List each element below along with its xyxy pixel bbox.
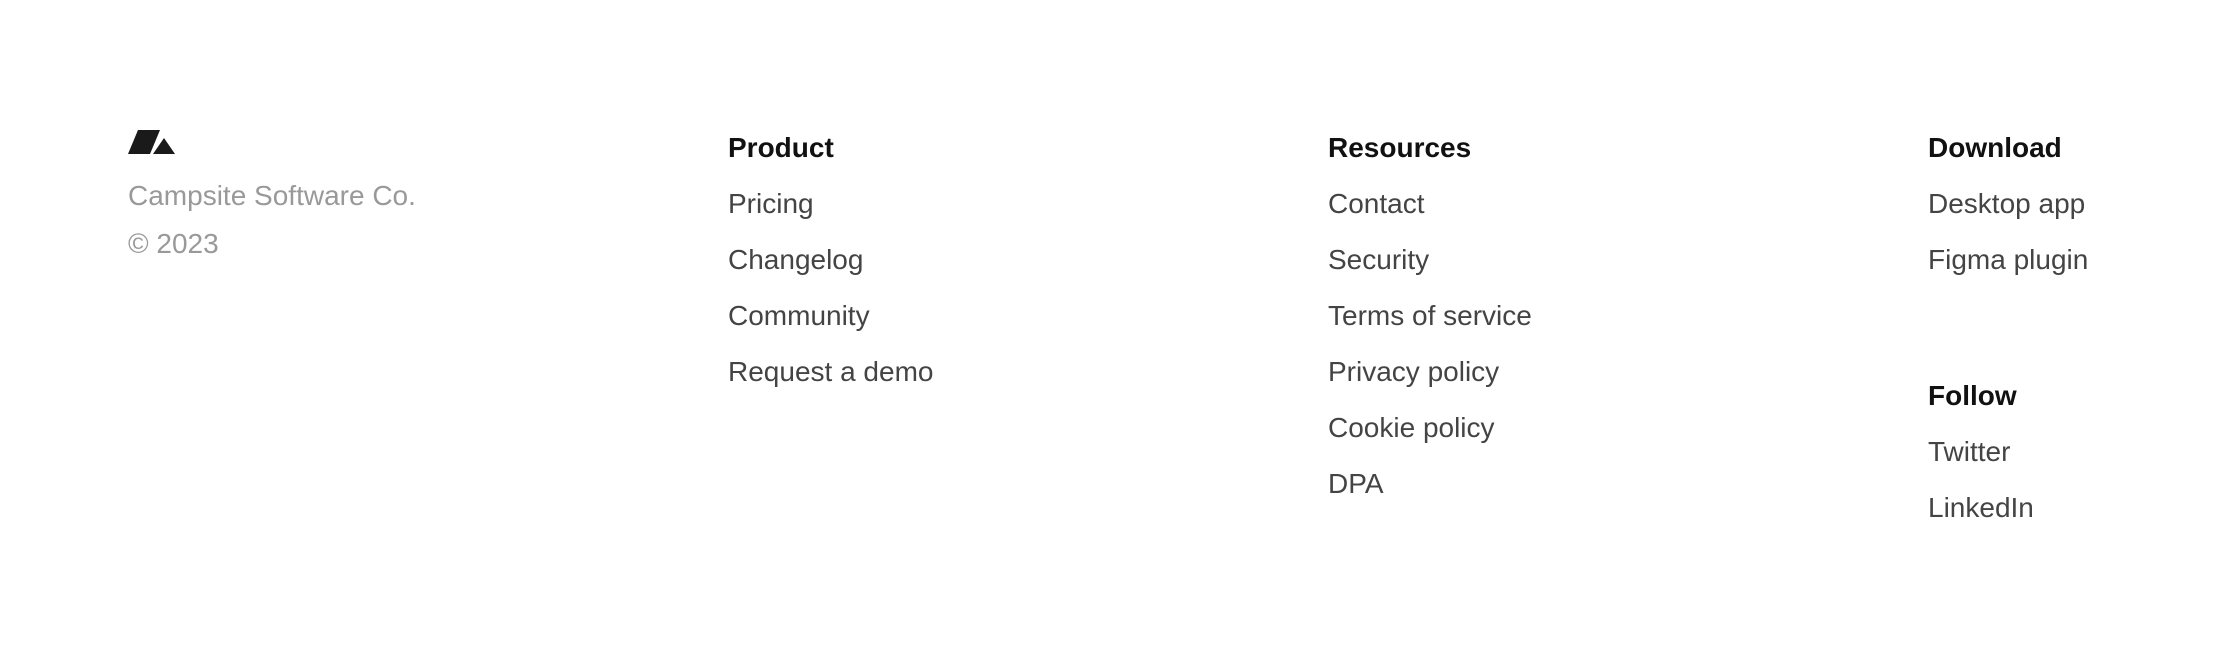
link-twitter[interactable]: Twitter xyxy=(1928,436,2010,467)
link-changelog[interactable]: Changelog xyxy=(728,244,863,275)
link-community[interactable]: Community xyxy=(728,300,870,331)
column-heading-download: Download xyxy=(1928,132,2062,163)
download-links: Desktop app Figma plugin xyxy=(1928,180,2088,284)
product-links: Pricing Changelog Community Request a de… xyxy=(728,180,933,396)
site-footer: Campsite Software Co. © 2023 Product Pri… xyxy=(0,0,2219,647)
link-cookie-policy[interactable]: Cookie policy xyxy=(1328,412,1495,443)
column-heading-resources: Resources xyxy=(1328,132,1472,163)
link-privacy-policy[interactable]: Privacy policy xyxy=(1328,356,1499,387)
link-dpa[interactable]: DPA xyxy=(1328,468,1384,499)
column-heading-product: Product xyxy=(728,132,834,163)
link-request-demo[interactable]: Request a demo xyxy=(728,356,933,387)
footer-column-resources: Resources Contact Security Terms of serv… xyxy=(1328,124,1532,508)
link-linkedin[interactable]: LinkedIn xyxy=(1928,492,2034,523)
follow-links: Twitter LinkedIn xyxy=(1928,428,2034,532)
resources-links: Contact Security Terms of service Privac… xyxy=(1328,180,1532,508)
footer-brand: Campsite Software Co. © 2023 xyxy=(128,128,416,268)
link-contact[interactable]: Contact xyxy=(1328,188,1425,219)
footer-column-product: Product Pricing Changelog Community Requ… xyxy=(728,124,933,396)
logo-link[interactable] xyxy=(128,128,416,156)
link-figma-plugin[interactable]: Figma plugin xyxy=(1928,244,2088,275)
copyright-text: © 2023 xyxy=(128,228,219,259)
link-pricing[interactable]: Pricing xyxy=(728,188,814,219)
footer-column-follow: Follow Twitter LinkedIn xyxy=(1928,372,2034,532)
link-desktop-app[interactable]: Desktop app xyxy=(1928,188,2085,219)
link-terms-of-service[interactable]: Terms of service xyxy=(1328,300,1532,331)
company-name: Campsite Software Co. xyxy=(128,180,416,211)
column-heading-follow: Follow xyxy=(1928,380,2017,411)
link-security[interactable]: Security xyxy=(1328,244,1429,275)
footer-column-download: Download Desktop app Figma plugin xyxy=(1928,124,2088,284)
campsite-logo-icon xyxy=(128,130,175,154)
